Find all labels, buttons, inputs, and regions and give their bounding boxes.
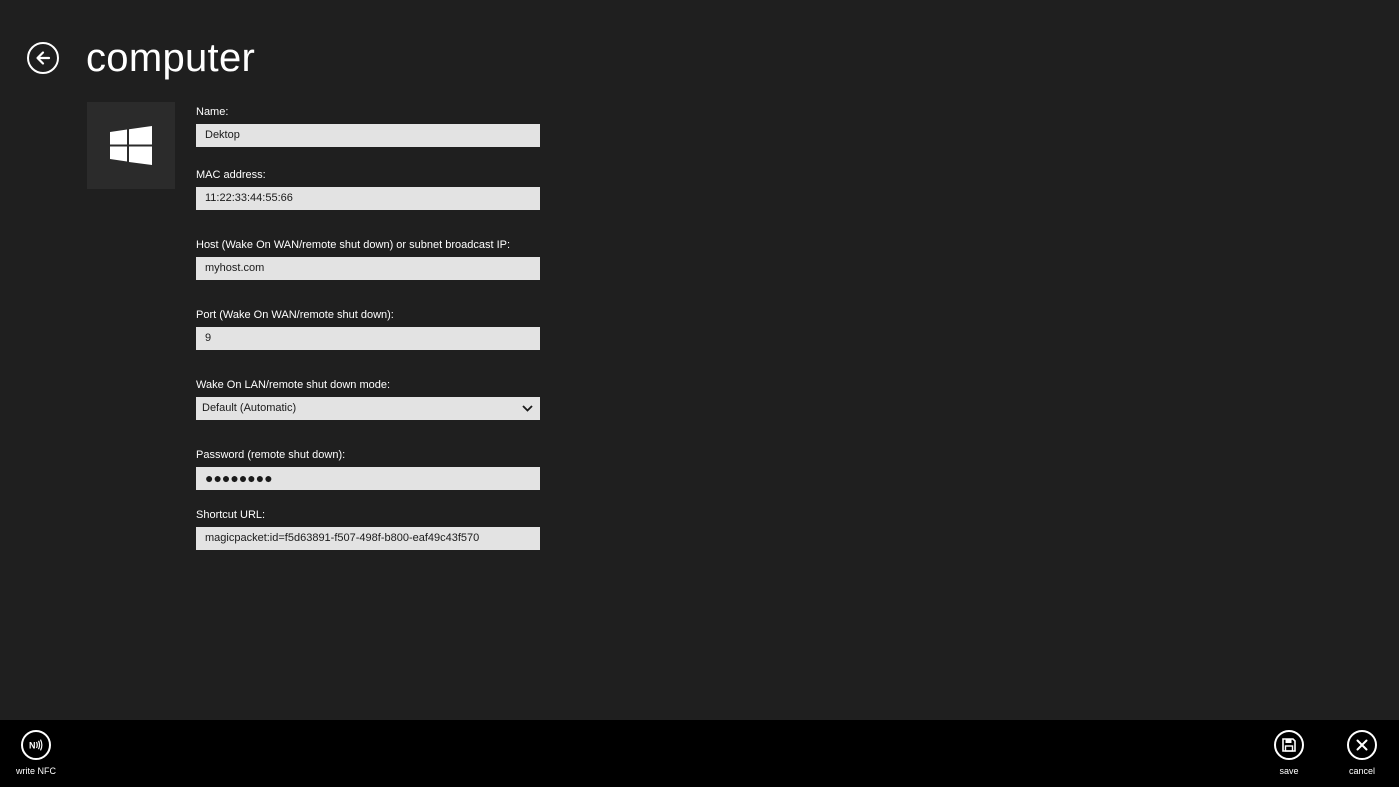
save-button[interactable]: save <box>1254 730 1324 776</box>
write-nfc-button[interactable]: N write NFC <box>1 730 71 776</box>
save-circle <box>1274 730 1304 760</box>
port-label: Port (Wake On WAN/remote shut down): <box>196 309 394 321</box>
mode-label: Wake On LAN/remote shut down mode: <box>196 379 391 391</box>
app-bar: N write NFC save cancel <box>0 720 1399 787</box>
name-field[interactable] <box>196 124 540 147</box>
mac-address-field[interactable] <box>196 187 540 210</box>
back-arrow-icon <box>36 51 51 65</box>
cancel-button[interactable]: cancel <box>1327 730 1397 776</box>
back-button[interactable] <box>27 42 59 74</box>
mode-selected-value: Default (Automatic) <box>202 402 297 414</box>
name-label: Name: <box>196 106 229 118</box>
svg-text:N: N <box>29 741 36 751</box>
close-icon <box>1356 739 1368 751</box>
mode-select[interactable]: Default (Automatic) <box>196 397 540 420</box>
cancel-label: cancel <box>1348 766 1375 776</box>
password-label: Password (remote shut down): <box>196 449 346 461</box>
page: computer Name: MAC address: Host (Wake O… <box>0 0 1399 787</box>
nfc-icon: N <box>29 739 43 751</box>
password-field[interactable]: ●●●●●●●● <box>196 467 540 490</box>
shortcut-url-field[interactable] <box>196 527 540 550</box>
write-nfc-circle: N <box>21 730 51 760</box>
save-label: save <box>1279 766 1299 776</box>
host-field[interactable] <box>196 257 540 280</box>
port-field[interactable] <box>196 327 540 350</box>
mac-address-label: MAC address: <box>196 169 266 181</box>
computer-tile <box>87 102 175 189</box>
host-label: Host (Wake On WAN/remote shut down) or s… <box>196 239 511 251</box>
windows-logo-icon <box>110 125 152 165</box>
cancel-circle <box>1347 730 1377 760</box>
save-icon <box>1282 738 1296 752</box>
write-nfc-label: write NFC <box>16 766 56 776</box>
page-title: computer <box>86 36 256 80</box>
chevron-down-icon <box>522 405 533 412</box>
shortcut-url-label: Shortcut URL: <box>196 509 266 521</box>
